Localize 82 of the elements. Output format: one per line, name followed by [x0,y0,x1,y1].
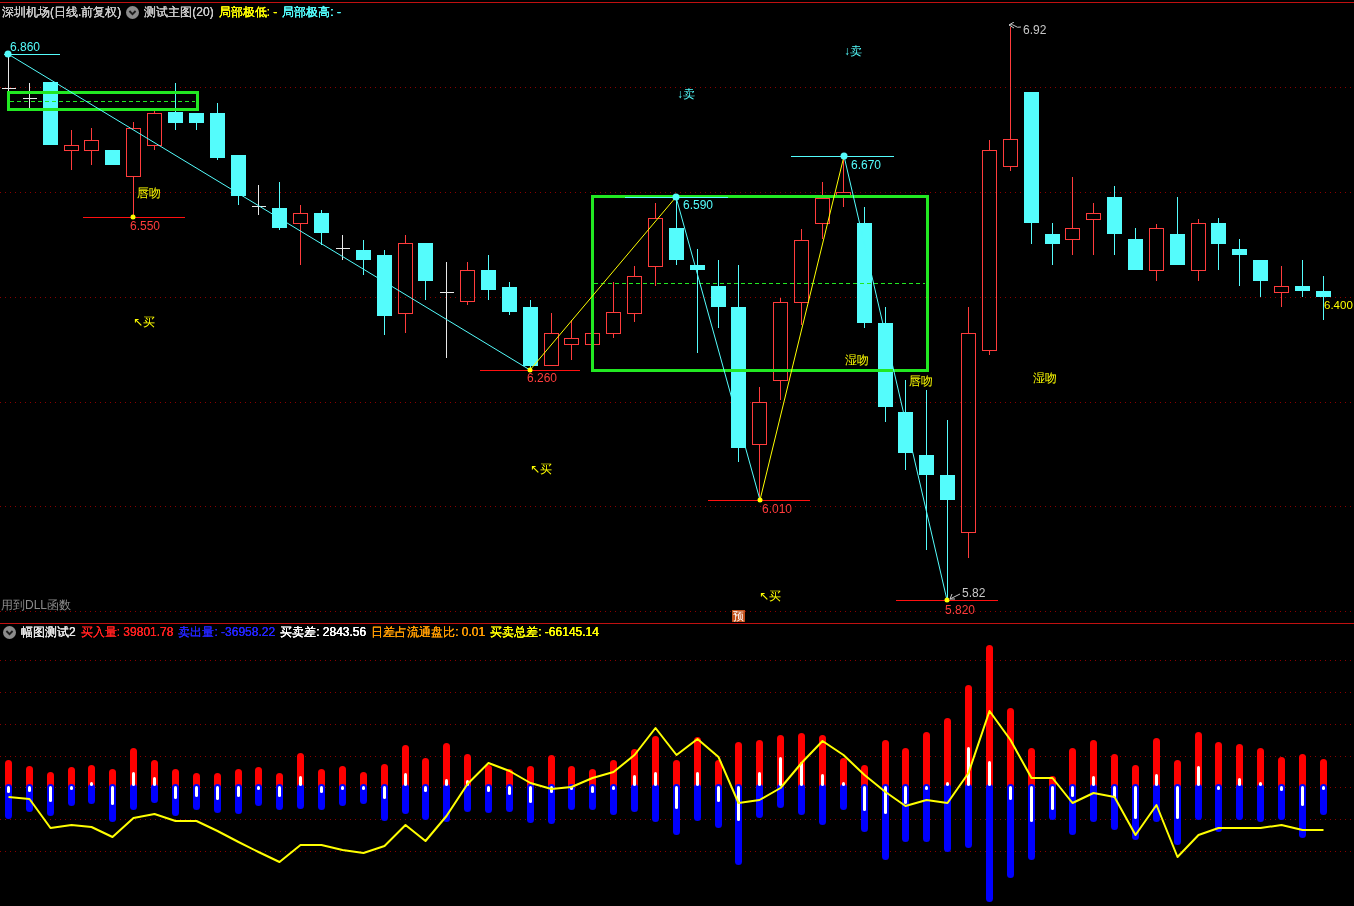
hollow-candlestick [606,281,621,339]
pivot-dot [672,193,680,201]
filled-candlestick [189,113,204,131]
forecast-badge: 预 [732,610,745,622]
hollow-candlestick [460,261,475,306]
filled-candlestick [523,299,538,371]
indicator-name: 幅图测试2 [21,625,76,640]
filled-candlestick [1253,260,1268,298]
hollow-candlestick [564,319,579,361]
filled-candlestick [210,102,225,161]
security-title: 深圳机场(日线.前复权) [2,5,122,20]
pivot-dot [840,152,848,160]
filled-candlestick [314,209,329,246]
sell-signal-label: ↓卖 [844,44,862,58]
filled-candlestick [1232,238,1247,287]
doji-candlestick [22,82,37,109]
price-label: 6.400 [1324,299,1353,311]
filled-candlestick [272,181,287,231]
pivot-dot [130,214,136,220]
doji-candlestick [251,184,266,216]
pattern-label: 唇吻 [137,186,161,200]
filled-candlestick [231,155,246,206]
filled-candlestick [711,259,726,329]
pivot-dot [4,50,12,58]
hollow-candlestick [147,109,162,151]
price-label: 6.010 [762,502,793,516]
filled-candlestick [1295,259,1310,298]
filled-candlestick [481,254,496,301]
hollow-candlestick [1274,265,1289,308]
pattern-label: 湿吻 [1033,371,1057,385]
filled-candlestick [1211,217,1226,271]
price-label: 6.590 [683,198,714,212]
hollow-candlestick [64,129,79,171]
hollow-candlestick [84,127,99,166]
hollow-candlestick [544,312,559,367]
pattern-label: 唇吻 [909,374,933,388]
level-line [3,54,61,55]
buy-signal-label: ↖买 [759,589,782,603]
legend-item: 卖出量: -36958.22 [178,625,276,640]
indicator-name: 测试主图(20) [144,5,214,20]
filled-candlestick [1170,196,1185,265]
pointer-icon [949,593,961,600]
filled-candlestick [1128,227,1143,270]
pivot-dot [757,497,763,503]
buy-signal-label: ↖买 [530,462,553,476]
filled-candlestick [1045,222,1060,266]
legend-item: 买入量: 39801.78 [80,625,174,640]
hollow-candlestick [627,265,642,323]
legend-item: 局部极低: - [218,5,278,20]
price-label: 6.92 [1023,23,1047,37]
hollow-candlestick [815,181,830,240]
hollow-candlestick [293,204,308,266]
buy-signal-label: ↖买 [133,315,156,329]
doji-candlestick [335,234,350,261]
price-label: 6.860 [10,40,41,54]
hollow-candlestick [1149,223,1164,282]
filled-candlestick [418,243,433,301]
pivot-dot [944,597,950,603]
sell-signal-label: ↓卖 [677,87,695,101]
note-text: 用到DLL函数 [1,598,71,612]
filled-candlestick [105,150,120,165]
chevron-down-icon[interactable] [3,626,16,639]
pivot-dot [527,367,533,373]
filled-candlestick [168,82,183,131]
hollow-candlestick [1191,218,1206,282]
filled-candlestick [502,281,517,316]
filled-candlestick [356,239,371,276]
legend-item: 日差占流通盘比: 0.01 [371,625,486,640]
price-label: 5.82 [962,586,986,600]
hollow-candlestick [585,333,600,345]
pointer-icon [1008,22,1022,29]
hollow-candlestick [1086,202,1101,256]
pattern-label: 湿吻 [845,353,869,367]
filled-candlestick [1107,185,1122,256]
legend-item: 买卖总差: -66145.14 [490,625,599,640]
chevron-down-icon[interactable] [126,6,140,19]
price-label: 6.670 [851,158,882,172]
price-label: 5.820 [945,603,976,617]
legend-item: 局部极高: - [282,5,341,20]
legend-item: 买卖差: 2843.56 [280,625,367,640]
price-label: 6.550 [130,219,161,233]
price-label: 6.260 [527,371,558,385]
